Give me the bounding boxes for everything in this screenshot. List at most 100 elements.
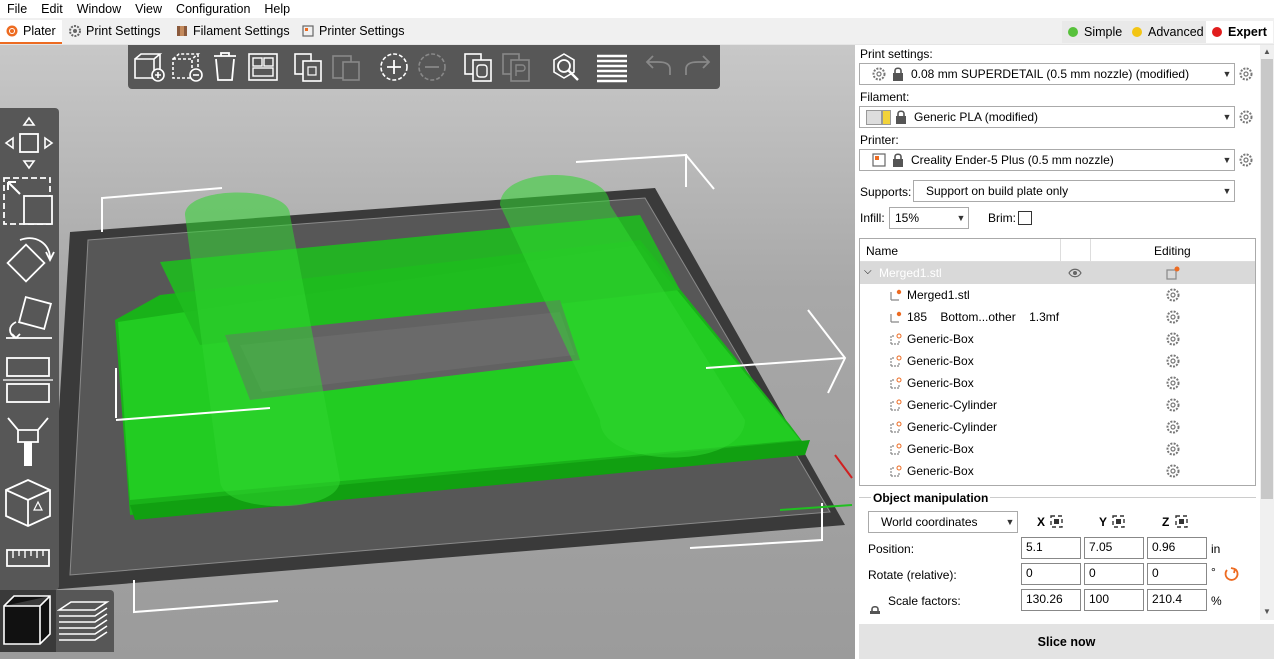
settings-gear-icon[interactable] — [1166, 442, 1180, 456]
list-item[interactable]: 185 Bottom...other 1.3mf — [860, 306, 1255, 328]
mode-expert-button[interactable]: Expert — [1206, 21, 1273, 43]
mode-advanced-button[interactable]: Advanced — [1126, 21, 1210, 43]
arrange-icon[interactable] — [246, 51, 280, 83]
scroll-up-icon[interactable]: ▲ — [1263, 47, 1271, 56]
rotate-y-input[interactable]: 0 — [1084, 563, 1144, 585]
chevron-down-icon: ▼ — [1222, 186, 1232, 196]
split-objects-icon[interactable] — [462, 51, 494, 83]
preview-layers-icon[interactable] — [57, 596, 111, 648]
menu-edit[interactable]: Edit — [34, 0, 70, 17]
filament-settings-icon — [177, 26, 187, 36]
list-item[interactable]: Merged1.stl — [860, 284, 1255, 306]
settings-gear-icon[interactable] — [1166, 288, 1180, 302]
modifier-icon — [890, 399, 902, 411]
settings-gear-icon[interactable] — [1166, 464, 1180, 478]
slice-now-button[interactable]: Slice now — [859, 624, 1274, 659]
brim-checkbox[interactable] — [1018, 211, 1032, 225]
rotate-x-input[interactable]: 0 — [1021, 563, 1081, 585]
column-editing[interactable]: Editing — [1154, 244, 1191, 258]
coordinate-system-value: World coordinates — [881, 515, 978, 529]
move-tool-icon[interactable] — [4, 114, 54, 170]
copy-icon[interactable] — [292, 51, 324, 83]
simple-dot-icon — [1068, 27, 1078, 37]
scale-x-input[interactable]: 130.26 — [1021, 589, 1081, 611]
infill-label: Infill: — [860, 211, 885, 225]
menu-window[interactable]: Window — [70, 0, 128, 17]
list-item[interactable]: Generic-Box — [860, 438, 1255, 460]
cut-tool-icon[interactable] — [2, 354, 56, 408]
chevron-down-icon: ▼ — [1222, 155, 1232, 165]
scale-y-input[interactable]: 100 — [1084, 589, 1144, 611]
menu-configuration[interactable]: Configuration — [169, 0, 257, 17]
position-z-input[interactable]: 0.96 — [1147, 537, 1207, 559]
supports-combo[interactable]: Support on build plate only ▼ — [913, 180, 1235, 202]
settings-gear-icon[interactable] — [1166, 398, 1180, 412]
settings-gear-icon[interactable] — [1166, 420, 1180, 434]
axis-z-icon — [1175, 515, 1188, 528]
add-object-icon[interactable] — [132, 51, 166, 83]
layers-editing-icon[interactable] — [594, 51, 630, 83]
chevron-down-icon: ▼ — [956, 213, 966, 223]
delete-all-icon[interactable] — [210, 51, 240, 83]
3d-view-icon[interactable] — [0, 590, 56, 652]
list-item[interactable]: Generic-Box — [860, 350, 1255, 372]
rotate-tool-icon[interactable] — [2, 234, 56, 290]
chevron-down-icon[interactable]: ⌵ — [864, 266, 872, 277]
object-list: Name Editing ⌵ Merged1.stl Merged1.stl 18… — [859, 238, 1256, 486]
place-on-face-icon[interactable] — [2, 294, 56, 350]
position-y-input[interactable]: 7.05 — [1084, 537, 1144, 559]
settings-gear-icon[interactable] — [1166, 332, 1180, 346]
menu-help[interactable]: Help — [257, 0, 297, 17]
part-icon — [890, 289, 902, 301]
scale-z-input[interactable]: 210.4 — [1147, 589, 1207, 611]
supports-label: Supports: — [860, 185, 912, 199]
mode-simple-button[interactable]: Simple — [1062, 21, 1129, 43]
settings-gear-icon[interactable] — [1166, 376, 1180, 390]
settings-gear-icon[interactable] — [1166, 354, 1180, 368]
search-icon[interactable] — [548, 51, 582, 83]
list-item[interactable]: Generic-Cylinder — [860, 394, 1255, 416]
print-settings-combo[interactable]: 0.08 mm SUPERDETAIL (0.5 mm nozzle) (mod… — [859, 63, 1235, 85]
measure-tool-icon[interactable] — [4, 546, 54, 572]
scroll-down-icon[interactable]: ▼ — [1263, 607, 1271, 616]
right-panel-scrollbar[interactable]: ▲ ▼ — [1260, 45, 1274, 620]
add-instance-icon[interactable] — [378, 51, 410, 83]
printer-combo[interactable]: Creality Ender-5 Plus (0.5 mm nozzle) ▼ — [859, 149, 1235, 171]
coordinate-system-combo[interactable]: World coordinates ▼ — [868, 511, 1018, 533]
paste-icon — [332, 55, 360, 81]
scale-tool-icon[interactable] — [2, 174, 56, 230]
printer-edit-gear-icon[interactable] — [1239, 153, 1253, 167]
delete-object-icon[interactable] — [170, 51, 204, 83]
rotate-label: Rotate (relative): — [868, 568, 957, 582]
menu-view[interactable]: View — [128, 0, 169, 17]
list-item-name: Generic-Box — [907, 376, 974, 390]
settings-edit-icon[interactable] — [1166, 266, 1180, 280]
print-settings-edit-gear-icon[interactable] — [1239, 67, 1253, 81]
3d-viewport[interactable] — [0, 45, 855, 659]
tab-print-settings[interactable]: Print Settings — [63, 20, 167, 42]
tab-filament-settings[interactable]: Filament Settings — [170, 20, 296, 42]
menu-file[interactable]: File — [0, 0, 34, 17]
axis-x-icon — [1050, 515, 1063, 528]
list-item-name: Generic-Cylinder — [907, 420, 998, 434]
list-item[interactable]: Generic-Cylinder — [860, 416, 1255, 438]
list-item[interactable]: Generic-Box — [860, 460, 1255, 482]
filament-color-swatch — [882, 109, 891, 125]
list-item[interactable]: Generic-Box — [860, 328, 1255, 350]
tab-printer-settings[interactable]: Printer Settings — [296, 20, 411, 42]
fdm-support-cube-icon[interactable] — [2, 474, 56, 530]
filament-edit-gear-icon[interactable] — [1239, 110, 1253, 124]
filament-combo[interactable]: Generic PLA (modified) ▼ — [859, 106, 1235, 128]
paint-supports-icon[interactable] — [2, 412, 56, 470]
reset-rotation-icon[interactable] — [1223, 566, 1239, 582]
scroll-thumb[interactable] — [1261, 59, 1273, 499]
settings-gear-icon[interactable] — [1166, 310, 1180, 324]
rotate-z-input[interactable]: 0 — [1147, 563, 1207, 585]
eye-icon[interactable] — [1068, 267, 1082, 279]
object-row-root[interactable]: ⌵ Merged1.stl — [860, 262, 1255, 284]
list-item[interactable]: Generic-Box — [860, 372, 1255, 394]
position-x-input[interactable]: 5.1 — [1021, 537, 1081, 559]
infill-combo[interactable]: 15% ▼ — [889, 207, 969, 229]
tab-plater[interactable]: Plater — [0, 20, 62, 44]
column-name[interactable]: Name — [866, 244, 898, 258]
